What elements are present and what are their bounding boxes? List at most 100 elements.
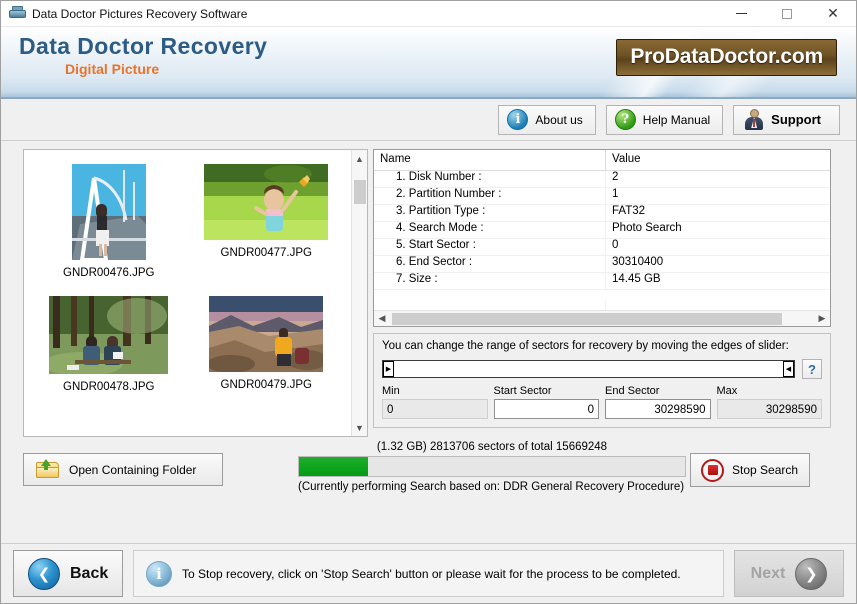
min-field-group: Min 0: [382, 385, 488, 419]
sector-range-slider[interactable]: ▶ ◀: [382, 360, 795, 378]
help-manual-button[interactable]: ? Help Manual: [606, 105, 723, 135]
table-row[interactable]: 7. Size : 14.45 GB: [374, 273, 830, 290]
stop-record-icon: [701, 459, 724, 482]
list-item[interactable]: GNDR00478.JPG: [49, 296, 168, 428]
info-circle-icon: i: [146, 561, 172, 587]
scroll-thumb[interactable]: [392, 313, 782, 325]
table-row[interactable]: 6. End Sector : 30310400: [374, 256, 830, 273]
support-button[interactable]: Support: [733, 105, 840, 135]
back-button[interactable]: ❮ Back: [13, 550, 123, 597]
progress-bar: [298, 456, 686, 477]
start-sector-label: Start Sector: [494, 385, 600, 397]
grid-header-row: Name Value: [374, 150, 830, 171]
main-content: GNDR00476.JPG: [1, 141, 856, 543]
list-item[interactable]: GNDR00476.JPG: [63, 164, 154, 296]
row-name: 1. Disk Number :: [374, 171, 606, 187]
row-name: 4. Search Mode :: [374, 222, 606, 238]
chevron-right-icon[interactable]: ▶: [814, 313, 830, 324]
progress-bar-fill: [299, 457, 368, 476]
prodatadoctor-logo[interactable]: ProDataDoctor.com: [616, 39, 837, 76]
table-row[interactable]: 2. Partition Number : 1: [374, 188, 830, 205]
partition-details-grid: Name Value 1. Disk Number : 2 2. Partiti…: [373, 149, 831, 327]
row-value: 30310400: [606, 256, 830, 272]
folder-up-icon: [36, 460, 60, 479]
footer-info-strip: i To Stop recovery, click on 'Stop Searc…: [133, 550, 724, 597]
table-row[interactable]: 5. Start Sector : 0: [374, 239, 830, 256]
next-button[interactable]: Next ❯: [734, 550, 844, 597]
footer-info-text: To Stop recovery, click on 'Stop Search'…: [182, 567, 681, 581]
list-item-label: GNDR00477.JPG: [221, 247, 312, 259]
list-item-label: GNDR00479.JPG: [221, 379, 312, 391]
row-name: 3. Partition Type :: [374, 205, 606, 221]
chevron-down-icon[interactable]: ▼: [352, 419, 368, 436]
row-value: FAT32: [606, 205, 830, 221]
end-sector-field-group: End Sector 30298590: [605, 385, 711, 419]
scroll-thumb[interactable]: [354, 180, 366, 204]
brand-title: Data Doctor Recovery: [19, 33, 267, 60]
top-toolbar: i About us ? Help Manual Support: [1, 99, 856, 141]
sector-range-panel: You can change the range of sectors for …: [373, 333, 831, 428]
list-item-label: GNDR00476.JPG: [63, 267, 154, 279]
title-bar: Data Doctor Pictures Recovery Software ✕: [1, 1, 856, 27]
row-value: 0: [606, 239, 830, 255]
right-triangle-icon[interactable]: ▶: [383, 361, 394, 377]
child-in-grass-photo: [204, 164, 328, 240]
start-sector-field-group: Start Sector 0: [494, 385, 600, 419]
end-sector-input[interactable]: 30298590: [605, 399, 711, 419]
about-us-label: About us: [535, 113, 582, 127]
maximize-button[interactable]: [764, 1, 810, 26]
progress-panel: Open Containing Folder (1.32 GB) 2813706…: [23, 441, 831, 493]
sector-range-hint: You can change the range of sectors for …: [382, 340, 822, 352]
window-title: Data Doctor Pictures Recovery Software: [32, 7, 718, 21]
close-button[interactable]: ✕: [810, 1, 856, 26]
help-manual-label: Help Manual: [643, 113, 710, 127]
window-controls: ✕: [718, 1, 856, 26]
table-row[interactable]: 4. Search Mode : Photo Search: [374, 222, 830, 239]
grid-horizontal-scrollbar[interactable]: ◀ ▶: [374, 310, 830, 326]
brand-block: Data Doctor Recovery Digital Picture: [19, 33, 267, 77]
question-mark-icon: ?: [615, 109, 636, 130]
chevron-up-icon[interactable]: ▲: [352, 150, 368, 167]
thumbnails-vertical-scrollbar[interactable]: ▲ ▼: [351, 150, 367, 436]
thumbnail-grid: GNDR00476.JPG: [24, 150, 351, 436]
close-icon: ✕: [827, 7, 839, 21]
list-item[interactable]: GNDR00477.JPG: [204, 164, 328, 296]
footer-bar: ❮ Back i To Stop recovery, click on 'Sto…: [1, 543, 856, 603]
progress-status-text: (1.32 GB) 2813706 sectors of total 15669…: [298, 441, 686, 453]
row-name: 2. Partition Number :: [374, 188, 606, 204]
app-header: Data Doctor Recovery Digital Picture Pro…: [1, 27, 856, 99]
chevron-left-icon[interactable]: ◀: [374, 313, 390, 324]
two-friends-in-forest-photo: [49, 296, 168, 374]
application-window: Data Doctor Pictures Recovery Software ✕…: [0, 0, 857, 604]
hiker-on-mountain-photo: [209, 296, 323, 372]
minimize-button[interactable]: [718, 1, 764, 26]
table-row[interactable]: 1. Disk Number : 2: [374, 171, 830, 188]
progress-sub-text: (Currently performing Search based on: D…: [298, 481, 686, 493]
list-item-label: GNDR00478.JPG: [63, 381, 154, 393]
column-header-name: Name: [374, 150, 606, 170]
min-label: Min: [382, 385, 488, 397]
end-sector-label: End Sector: [605, 385, 711, 397]
open-containing-folder-label: Open Containing Folder: [69, 463, 196, 477]
scroll-track[interactable]: [352, 167, 368, 419]
scanner-icon: [9, 6, 26, 21]
stop-search-button[interactable]: Stop Search: [690, 453, 810, 487]
left-triangle-icon[interactable]: ◀: [783, 361, 794, 377]
row-value: 1: [606, 188, 830, 204]
list-item[interactable]: GNDR00479.JPG: [209, 296, 323, 428]
brand-subtitle: Digital Picture: [19, 61, 267, 77]
open-containing-folder-button[interactable]: Open Containing Folder: [23, 453, 223, 486]
table-row[interactable]: 3. Partition Type : FAT32: [374, 205, 830, 222]
chevron-right-circle-icon: ❯: [795, 558, 827, 590]
scroll-track[interactable]: [390, 312, 814, 326]
about-us-button[interactable]: i About us: [498, 105, 595, 135]
stop-search-label: Stop Search: [732, 463, 798, 477]
next-label: Next: [751, 565, 786, 583]
row-name: 6. End Sector :: [374, 256, 606, 272]
max-input: 30298590: [717, 399, 823, 419]
start-sector-input[interactable]: 0: [494, 399, 600, 419]
column-header-value: Value: [606, 150, 641, 170]
slider-help-button[interactable]: ?: [802, 359, 822, 379]
min-input: 0: [382, 399, 488, 419]
grid-empty-area: [374, 300, 830, 310]
